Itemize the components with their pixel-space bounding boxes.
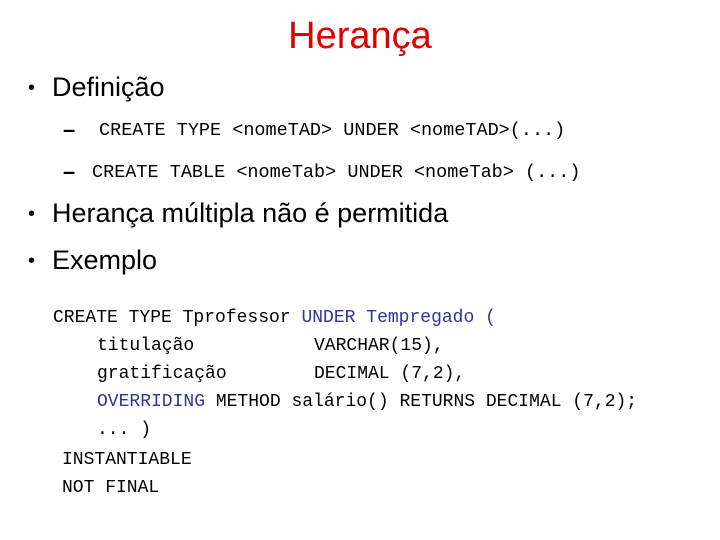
bullet-definicao: • Definição xyxy=(28,70,165,105)
code-plain: METHOD salário() RETURNS DECIMAL (7,2); xyxy=(205,392,638,412)
bullet-text: Definição xyxy=(52,72,165,102)
sub-item-create-table: CREATE TABLE <nomeTab> UNDER <nomeTab> (… xyxy=(92,162,581,183)
code-keyword: OVERRIDING xyxy=(97,392,206,412)
code-line-not-final: NOT FINAL xyxy=(62,478,160,498)
slide-title: Herança xyxy=(0,12,720,60)
code-line-gratificacao-type: DECIMAL (7,2), xyxy=(314,364,466,384)
bullet-text: Exemplo xyxy=(52,245,158,275)
slide-title-text: Herança xyxy=(288,15,432,57)
bullet-dot-icon: • xyxy=(28,77,36,99)
code-line-titulacao: titulação xyxy=(97,334,194,358)
code-field-name: titulação xyxy=(97,336,195,356)
bullet-text: Herança múltipla não é permitida xyxy=(52,198,449,228)
code-keyword: UNDER Tempregado ( xyxy=(301,308,496,328)
code-line-gratificacao: gratificação xyxy=(97,362,227,386)
code-line-titulacao-type: VARCHAR(15), xyxy=(314,336,444,356)
code-field-name: gratificação xyxy=(97,364,227,384)
bullet-dot-icon: • xyxy=(28,250,36,272)
dash-icon: – xyxy=(63,117,76,142)
bullet-exemplo: • Exemplo xyxy=(28,243,157,278)
code-line-overriding: OVERRIDING METHOD salário() RETURNS DECI… xyxy=(97,390,637,414)
bullet-dot-icon: • xyxy=(28,203,36,225)
dash-icon: – xyxy=(63,159,76,184)
code-line-create-type: CREATE TYPE Tprofessor UNDER Tempregado … xyxy=(53,306,496,330)
code-plain: CREATE TYPE Tprofessor xyxy=(53,308,302,328)
bullet-heranca-multipla: • Herança múltipla não é permitida xyxy=(28,196,448,231)
code-line-instantiable: INSTANTIABLE xyxy=(62,450,192,470)
sub-item-create-type: CREATE TYPE <nomeTAD> UNDER <nomeTAD>(..… xyxy=(99,120,566,141)
code-line-ellipsis: ... ) xyxy=(97,420,152,440)
